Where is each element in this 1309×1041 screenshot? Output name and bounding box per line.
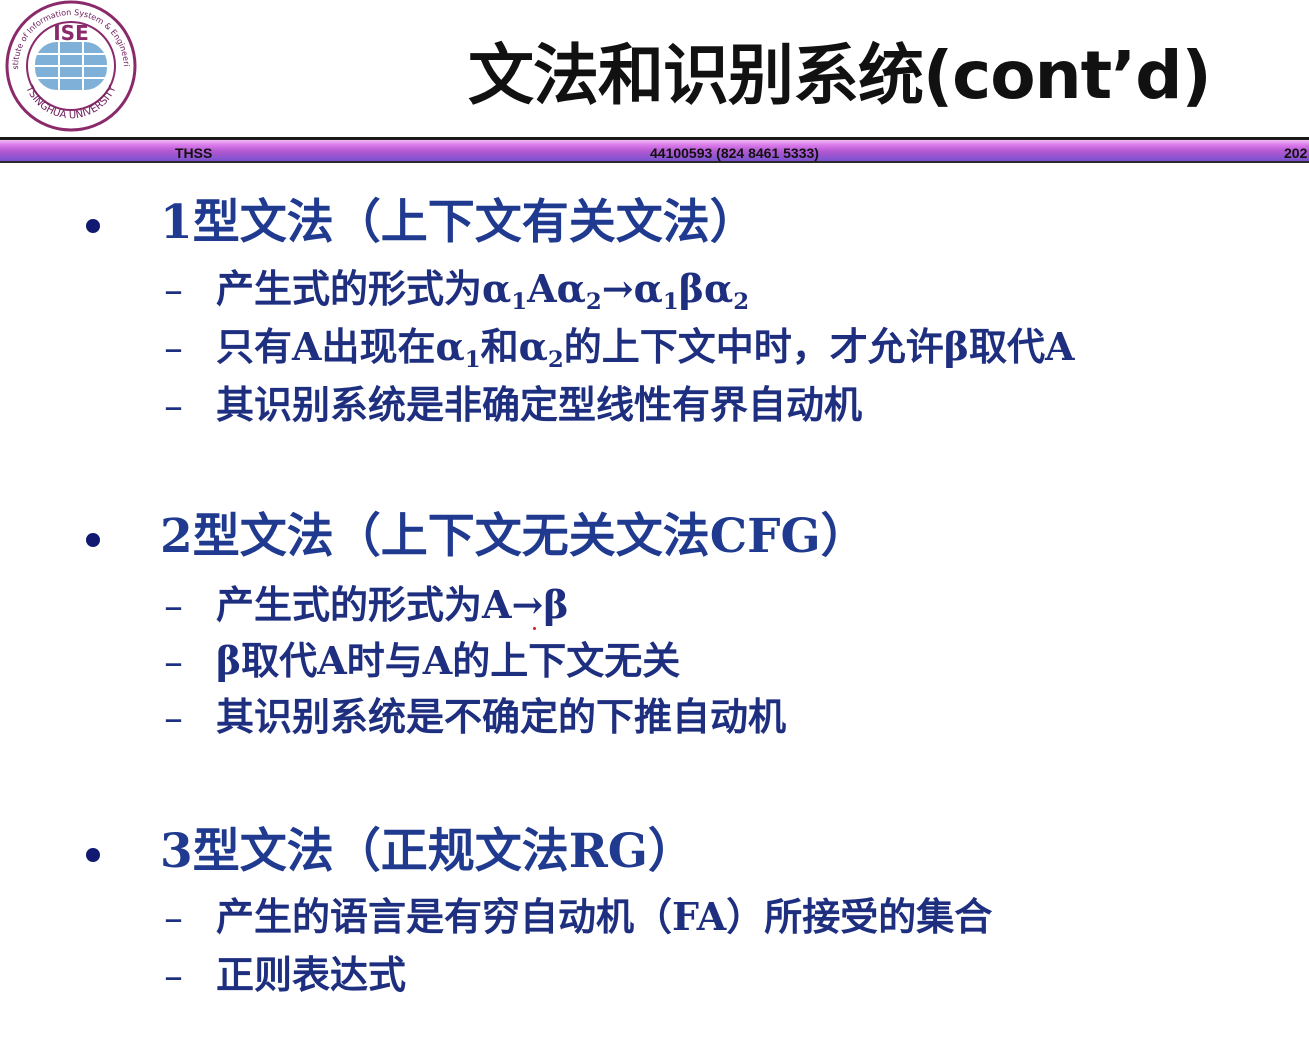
slide-title: 文法和识别系统(cont’d) [468,37,1212,114]
dash-marker: – [164,696,183,740]
subscript: 2 [733,288,750,315]
subscript: 2 [585,288,602,315]
globe-icon [35,42,107,90]
section-heading: 3型文法（正规文法RG） [160,824,695,879]
list-item: 正则表达式 [216,952,406,998]
text-run: 其识别系统是不确定的下推自动机 [216,694,787,739]
text-run: 产生式的形式为A→β [216,582,569,627]
text-run: βα [678,266,734,311]
subscript: 1 [464,346,481,373]
text-run: →α [601,266,663,311]
bar-course-code: THSS [175,145,213,161]
list-item: 其识别系统是非确定型线性有界自动机 [216,382,862,428]
dash-marker: – [164,896,183,940]
dash-marker: – [164,326,183,370]
subscript: 1 [662,288,679,315]
text-run: Aα [527,266,586,311]
dash-marker: – [164,640,183,684]
list-item: 其识别系统是不确定的下推自动机 [216,694,786,740]
text-run: 和α [480,324,548,369]
text-run: 产生的语言是有穷自动机（FA）所接受的集合 [216,894,993,939]
dash-marker: – [164,584,183,628]
list-item: 产生式的形式为α1Aα2→α1βα2 [216,266,750,315]
section-heading: 1型文法（上下文有关文法） [160,195,757,250]
text-run: 其识别系统是非确定型线性有界自动机 [216,382,863,427]
bullet-dot [86,848,100,862]
logo-emblem-text: ISE [53,21,89,45]
list-item: 只有A出现在α1和α2的上下文中时，才允许β取代A [216,324,1075,373]
bullet-dot [86,219,100,233]
dash-marker: – [164,954,183,998]
subscript: 2 [547,346,564,373]
subscript: 1 [511,288,528,315]
dash-marker: – [164,384,183,428]
bullet-dot [86,533,100,547]
list-item: 产生的语言是有穷自动机（FA）所接受的集合 [216,894,992,940]
slide: Institute of Information System & Engine… [0,0,1309,1041]
text-run: 正则表达式 [216,952,407,997]
text-run: 的上下文中时，才允许β取代A [563,324,1075,369]
text-run: β取代A时与A的上下文无关 [216,638,681,683]
stray-dot [533,627,536,630]
text-run: 只有A出现在α [216,324,465,369]
bar-meeting-id: 44100593 (824 8461 5333) [650,145,819,161]
list-item: β取代A时与A的上下文无关 [216,638,680,684]
section-heading: 2型文法（上下文无关文法CFG） [160,509,868,564]
text-run: 产生式的形式为α [216,266,512,311]
footer-info-bar: THSS 44100593 (824 8461 5333) 202 [0,137,1309,163]
bar-year: 202 [1284,145,1308,161]
dash-marker: – [164,268,183,312]
tsinghua-ise-logo: Institute of Information System & Engine… [2,0,137,132]
list-item: 产生式的形式为A→β [216,582,569,628]
